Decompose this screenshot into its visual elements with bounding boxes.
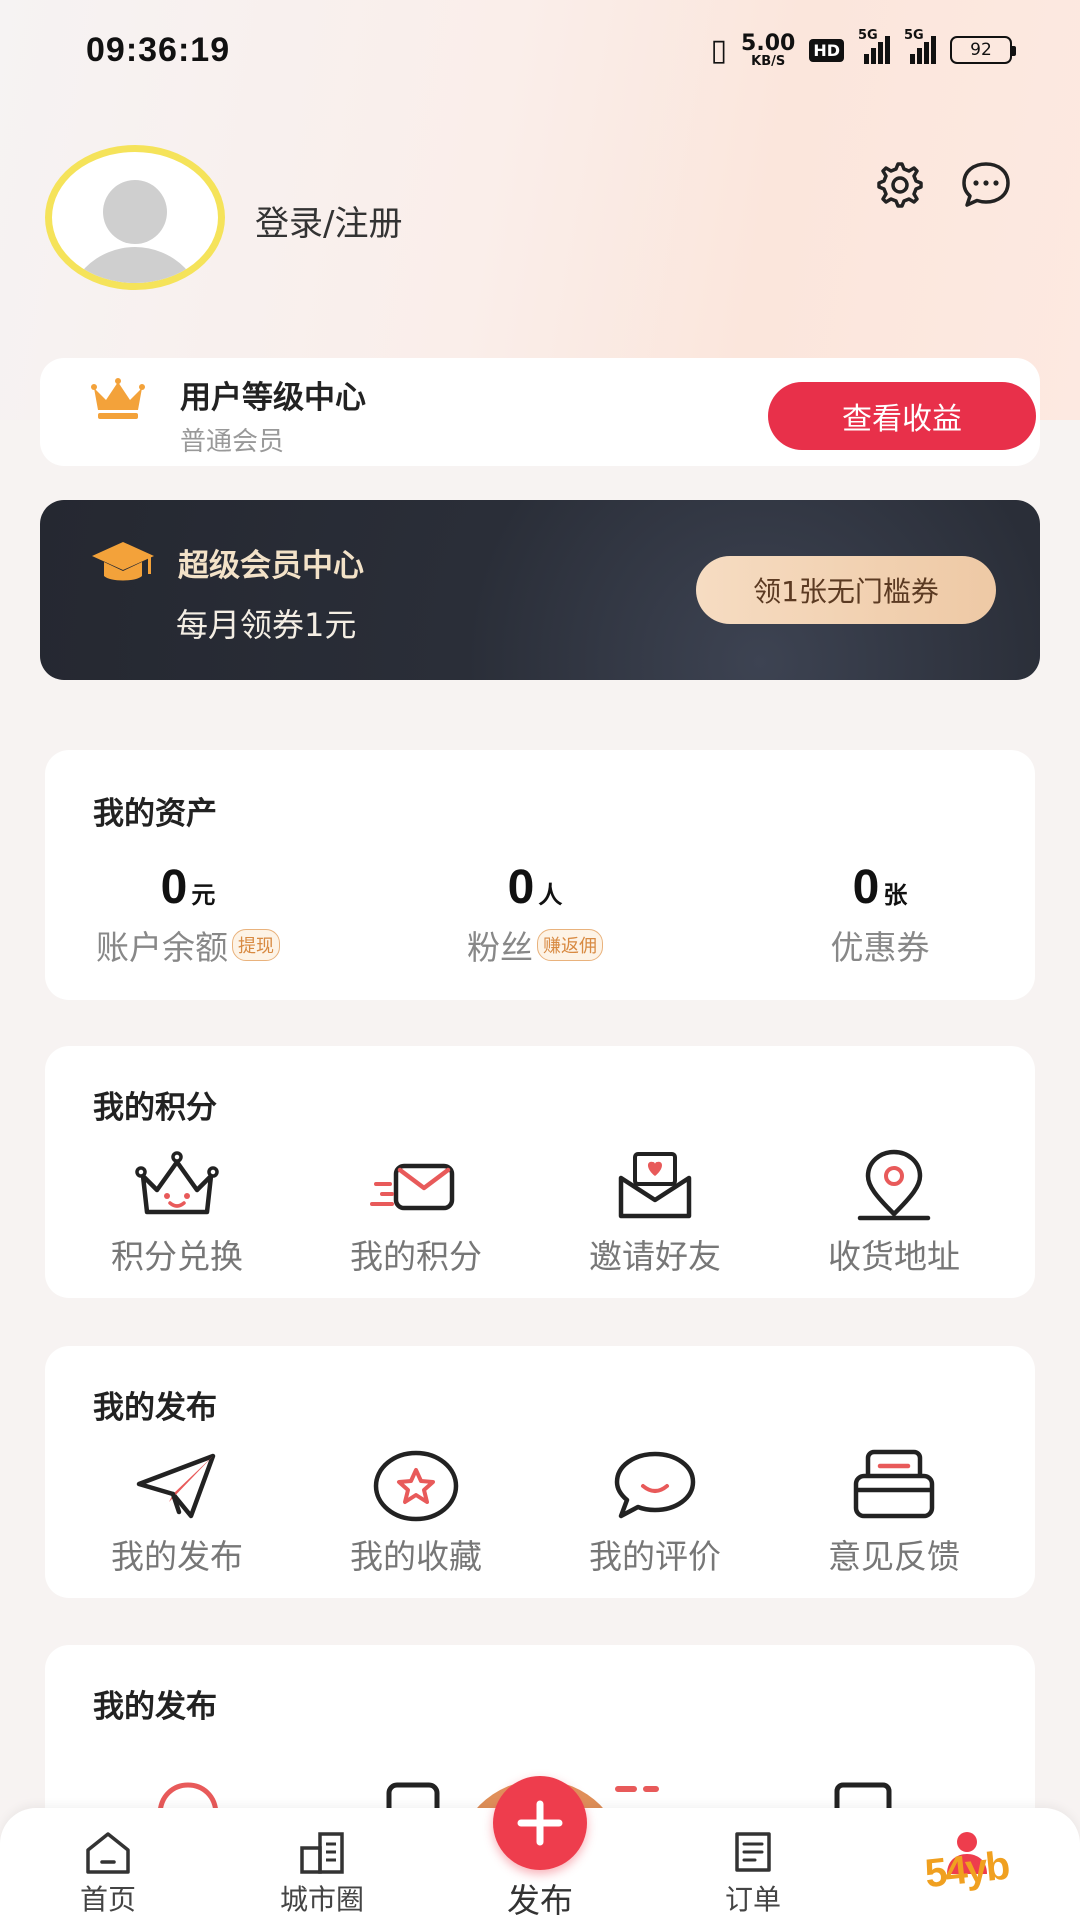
my-favorites-item[interactable]: 我的收藏 bbox=[311, 1446, 521, 1578]
buildings-icon bbox=[300, 1832, 344, 1874]
feedback-label: 意见反馈 bbox=[828, 1537, 960, 1576]
order-list-icon bbox=[735, 1832, 771, 1872]
chat-smile-icon bbox=[614, 1451, 696, 1519]
shipping-address-label: 收货地址 bbox=[828, 1237, 960, 1276]
chat-icon[interactable] bbox=[956, 155, 1016, 215]
battery-icon: 92 bbox=[950, 36, 1016, 64]
points-exchange-item[interactable]: 积分兑换 bbox=[72, 1146, 282, 1278]
coupons-unit: 张 bbox=[883, 881, 908, 909]
fans-value: 0 bbox=[507, 861, 535, 914]
star-circle-icon bbox=[373, 1450, 459, 1522]
assets-title: 我的资产 bbox=[93, 796, 217, 832]
my-points-item[interactable]: 我的积分 bbox=[311, 1146, 521, 1278]
login-register-link[interactable]: 登录/注册 bbox=[255, 196, 402, 245]
avatar[interactable] bbox=[45, 145, 225, 290]
my-favorites-label: 我的收藏 bbox=[350, 1537, 482, 1576]
tab-orders[interactable]: 订单 bbox=[678, 1828, 828, 1918]
invite-friends-item[interactable]: 邀请好友 bbox=[550, 1146, 760, 1278]
fans-unit: 人 bbox=[538, 881, 563, 909]
partial-icon-2 bbox=[386, 1782, 440, 1815]
crown-face-icon bbox=[135, 1151, 219, 1215]
speed-unit: KB/S bbox=[751, 53, 786, 69]
my-points-label: 我的积分 bbox=[350, 1237, 482, 1276]
my-reviews-label: 我的评价 bbox=[589, 1537, 721, 1576]
crown-icon bbox=[91, 378, 145, 419]
balance-unit: 元 bbox=[191, 881, 216, 909]
feedback-item[interactable]: 意见反馈 bbox=[789, 1446, 999, 1578]
publish-title: 我的发布 bbox=[93, 1390, 217, 1426]
level-title: 用户等级中心 bbox=[180, 380, 366, 416]
signal-label: 5G bbox=[858, 28, 878, 43]
home-icon bbox=[86, 1832, 130, 1874]
user-level-card[interactable]: 用户等级中心 普通会员 查看收益 bbox=[40, 358, 1040, 466]
speed-value: 5.00 bbox=[741, 30, 796, 56]
plus-icon bbox=[517, 1800, 563, 1846]
my-reviews-item[interactable]: 我的评价 bbox=[550, 1446, 760, 1578]
level-subtitle: 普通会员 bbox=[180, 427, 285, 457]
partial-icon-3 bbox=[615, 1786, 659, 1792]
points-title: 我的积分 bbox=[93, 1090, 217, 1126]
network-speed: 5.00 KB/S bbox=[741, 30, 796, 69]
signal-label-2: 5G bbox=[904, 28, 924, 43]
tab-orders-label: 订单 bbox=[724, 1883, 781, 1916]
coupons-value: 0 bbox=[852, 861, 880, 914]
points-exchange-label: 积分兑换 bbox=[111, 1237, 243, 1276]
my-posts-label: 我的发布 bbox=[111, 1537, 243, 1576]
invite-friends-label: 邀请好友 bbox=[589, 1237, 721, 1276]
more-title: 我的发布 bbox=[93, 1689, 217, 1725]
signal-icon: 5G bbox=[858, 28, 890, 64]
tab-home-label: 首页 bbox=[79, 1883, 136, 1916]
envelope-heart-icon bbox=[618, 1152, 692, 1219]
my-publish-card: 我的发布 我的发布 我的收藏 我的评价 意见反馈 bbox=[45, 1346, 1035, 1598]
partial-icon-4 bbox=[834, 1782, 892, 1815]
status-time: 09:36:19 bbox=[86, 30, 231, 69]
site-watermark: 54yb bbox=[922, 1843, 1011, 1897]
status-icons: ▯ 5.00 KB/S HD 5G 5G 92 bbox=[710, 28, 1016, 69]
my-points-card: 我的积分 积分兑换 我的积分 邀请好友 收货地址 bbox=[45, 1046, 1035, 1298]
location-pin-icon bbox=[857, 1149, 931, 1221]
gear-icon[interactable] bbox=[870, 155, 930, 215]
vip-subtitle: 每月领券1元 bbox=[176, 606, 357, 644]
coupons-label: 优惠券 bbox=[830, 928, 930, 967]
vip-title: 超级会员中心 bbox=[178, 548, 364, 584]
withdraw-tag[interactable]: 提现 bbox=[232, 929, 280, 961]
asset-coupons[interactable]: 0张 优惠券 bbox=[750, 860, 1010, 969]
balance-label: 账户余额 bbox=[96, 928, 228, 967]
view-earnings-button[interactable]: 查看收益 bbox=[768, 382, 1036, 450]
status-bar: 09:36:19 ▯ 5.00 KB/S HD 5G 5G 92 bbox=[0, 0, 1080, 100]
mail-fast-icon bbox=[370, 1163, 455, 1211]
claim-coupon-button[interactable]: 领1张无门槛券 bbox=[696, 556, 996, 624]
signal-icon-2: 5G bbox=[904, 28, 936, 64]
tab-city-label: 城市圈 bbox=[279, 1883, 364, 1916]
hd-icon: HD bbox=[809, 38, 844, 62]
fans-label: 粉丝 bbox=[467, 928, 533, 967]
tab-publish-label[interactable]: 发布 bbox=[460, 1874, 620, 1920]
commission-tag[interactable]: 赚返佣 bbox=[537, 929, 603, 961]
shipping-address-item[interactable]: 收货地址 bbox=[789, 1146, 999, 1278]
partial-icon-1 bbox=[157, 1782, 219, 1815]
tab-city-circle[interactable]: 城市圈 bbox=[247, 1828, 397, 1918]
super-vip-card[interactable]: 超级会员中心 每月领券1元 领1张无门槛券 bbox=[40, 500, 1040, 680]
vibrate-icon: ▯ bbox=[710, 32, 728, 68]
graduation-cap-icon bbox=[92, 542, 154, 581]
asset-balance[interactable]: 0元 账户余额 提现 bbox=[58, 860, 318, 969]
my-posts-item[interactable]: 我的发布 bbox=[72, 1446, 282, 1578]
asset-fans[interactable]: 0人 粉丝 赚返佣 bbox=[405, 860, 665, 969]
feedback-box-icon bbox=[853, 1449, 935, 1519]
publish-button[interactable] bbox=[493, 1776, 587, 1870]
balance-value: 0 bbox=[160, 861, 188, 914]
paper-plane-icon bbox=[136, 1453, 216, 1519]
avatar-head bbox=[103, 180, 167, 244]
tab-home[interactable]: 首页 bbox=[33, 1828, 183, 1918]
